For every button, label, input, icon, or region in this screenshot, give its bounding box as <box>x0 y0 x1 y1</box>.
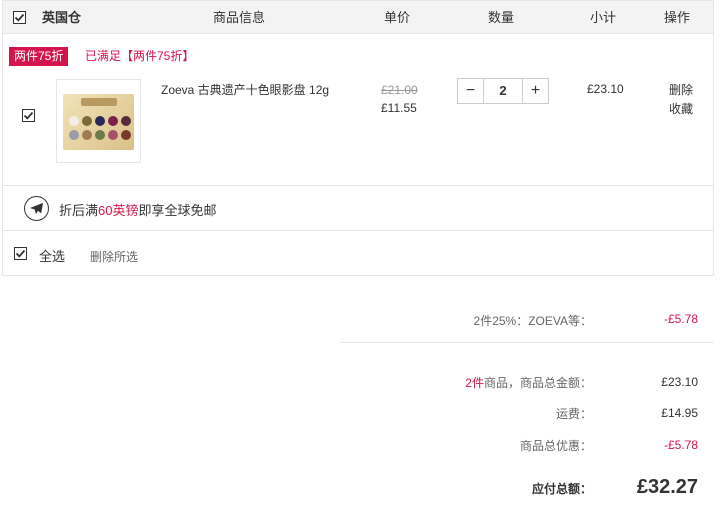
free-shipping-notice: 折后满60英镑即享全球免邮 <box>59 200 217 219</box>
promo-badge: 两件75折 <box>9 47 69 66</box>
select-all-checkbox[interactable] <box>14 247 27 260</box>
quantity-input[interactable] <box>484 79 522 103</box>
shipping-threshold: 60英镑 <box>98 203 139 218</box>
warehouse-label: 英国仓 <box>42 10 82 25</box>
palette-banner <box>81 98 117 106</box>
shipping-prefix: 折后满 <box>59 203 99 218</box>
column-unit-price: 单价 <box>384 10 411 25</box>
cart-header: 英国仓 商品信息 单价 数量 小计 操作 <box>3 1 713 34</box>
goods-total-value: £23.10 <box>661 375 698 389</box>
decrease-quantity-button[interactable]: − <box>458 79 484 103</box>
unit-price: £11.55 <box>381 101 417 115</box>
divider <box>3 230 713 231</box>
shipping-suffix: 即享全球免邮 <box>138 203 217 218</box>
eyeshadow-palette-image <box>63 94 134 150</box>
total-discount-value: -£5.78 <box>663 438 698 452</box>
eyeshadow-pan <box>69 116 79 126</box>
shipping-fee-value: £14.95 <box>661 406 698 420</box>
delete-item-link[interactable]: 删除 <box>669 81 693 98</box>
column-actions: 操作 <box>664 10 691 25</box>
airplane-icon <box>24 196 49 221</box>
cart-panel: 英国仓 商品信息 单价 数量 小计 操作 两件75折 已满足【两件75折】 Zo… <box>2 0 714 276</box>
column-product-info: 商品信息 <box>213 10 266 25</box>
column-quantity: 数量 <box>488 10 515 25</box>
select-all-label[interactable]: 全选 <box>39 246 65 265</box>
goods-total-label: 2件商品，商品总金额： <box>465 374 592 391</box>
check-icon <box>14 13 25 22</box>
item-checkbox[interactable] <box>22 109 35 122</box>
product-thumbnail[interactable] <box>56 79 141 163</box>
payable-total-value: £32.27 <box>636 476 698 498</box>
increase-quantity-button[interactable]: + <box>522 79 548 103</box>
original-price: £21.00 <box>381 83 418 97</box>
column-subtotal: 小计 <box>590 10 617 25</box>
eyeshadow-pan <box>82 116 92 126</box>
product-name-link[interactable]: Zoeva 古典遗产十色眼影盘 12g <box>161 81 329 98</box>
eyeshadow-pan <box>95 130 105 140</box>
eyeshadow-pan <box>82 130 92 140</box>
divider <box>3 185 713 186</box>
goods-total-text: 商品，商品总金额： <box>483 376 592 390</box>
payable-total-label: 应付总额： <box>531 482 592 496</box>
goods-count: 2件 <box>465 376 484 390</box>
eyeshadow-pan <box>108 116 118 126</box>
promo-status: 已满足【两件75折】 <box>85 49 195 63</box>
quantity-stepper: − + <box>457 78 549 104</box>
eyeshadow-pan <box>108 130 118 140</box>
discount-label: 2件25%：ZOEVA等： <box>473 314 592 328</box>
shipping-fee-label: 运费： <box>555 407 592 421</box>
total-discount-label: 商品总优惠： <box>519 439 592 453</box>
summary-divider <box>340 342 714 343</box>
favorite-item-link[interactable]: 收藏 <box>669 100 693 117</box>
discount-value: -£5.78 <box>663 312 698 326</box>
select-warehouse-checkbox[interactable] <box>13 11 26 24</box>
item-subtotal: £23.10 <box>587 82 624 96</box>
eyeshadow-pan <box>69 130 79 140</box>
eyeshadow-pan <box>121 130 131 140</box>
eyeshadow-pan <box>121 116 131 126</box>
delete-selected-link[interactable]: 删除所选 <box>90 248 138 265</box>
check-icon <box>15 249 26 258</box>
eyeshadow-pan <box>95 116 105 126</box>
check-icon <box>23 111 34 120</box>
